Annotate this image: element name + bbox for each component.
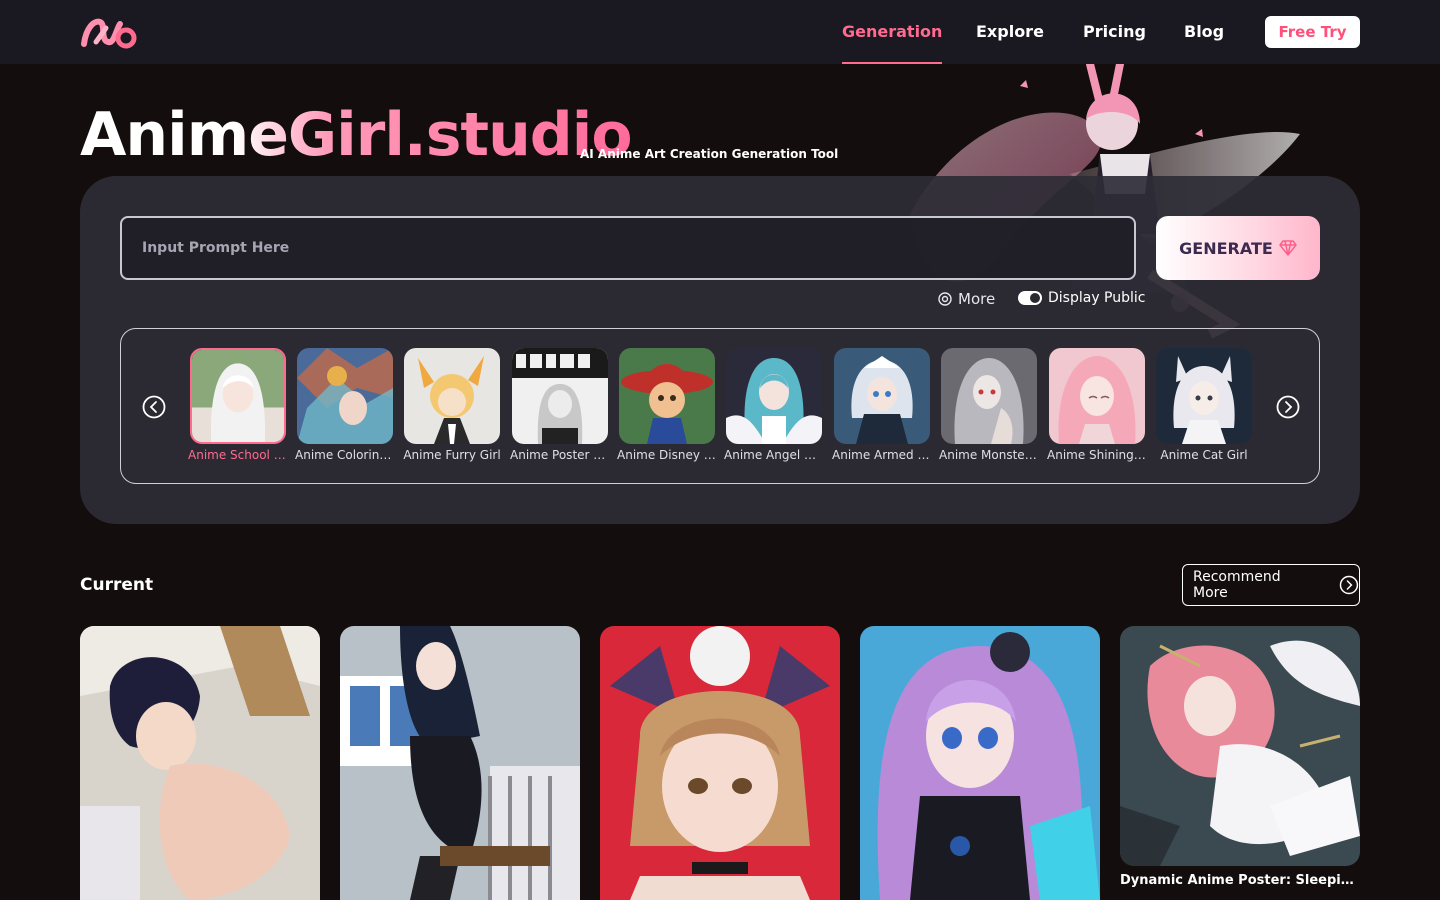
style-thumbnail <box>834 348 930 444</box>
style-item[interactable]: Anime Cat Girl <box>1154 348 1254 462</box>
style-thumbnail <box>941 348 1037 444</box>
style-item[interactable]: Anime Furry Girl <box>402 348 502 462</box>
gallery-image <box>1120 626 1360 866</box>
gallery-image <box>860 626 1100 900</box>
style-thumbnail <box>404 348 500 444</box>
nav-explore[interactable]: Explore <box>976 0 1044 64</box>
gallery-card[interactable] <box>860 626 1100 900</box>
brand-title: AnimeGirl.studio <box>80 100 633 170</box>
diamond-icon <box>1279 240 1297 256</box>
style-label: Anime Angel Girl <box>724 448 824 462</box>
more-options[interactable]: More <box>938 290 995 308</box>
style-label: Anime Poster Girl <box>510 448 610 462</box>
style-label: Anime Coloring ... <box>295 448 395 462</box>
gallery-image <box>340 626 580 900</box>
style-label: Anime Cat Girl <box>1160 448 1248 462</box>
style-label: Anime Armed Girl <box>832 448 932 462</box>
style-thumbnail <box>190 348 286 444</box>
more-label: More <box>958 290 996 308</box>
style-item[interactable]: Anime Angel Girl <box>724 348 824 462</box>
style-thumbnail <box>1049 348 1145 444</box>
recommend-more-label: Recommend More <box>1193 569 1281 601</box>
style-label: Anime Monster ... <box>939 448 1039 462</box>
toggle-switch-icon[interactable] <box>1018 291 1042 305</box>
display-public-toggle[interactable]: Display Public <box>1018 290 1146 306</box>
style-label: Anime Shining Girl <box>1047 448 1147 462</box>
nav-pricing[interactable]: Pricing <box>1083 0 1146 64</box>
style-label: Anime School Girl <box>188 448 288 462</box>
gallery-card[interactable] <box>600 626 840 900</box>
style-label: Anime Disney Girl <box>617 448 717 462</box>
recommend-more-button[interactable]: Recommend More <box>1182 564 1360 606</box>
style-thumbnail <box>726 348 822 444</box>
display-public-label: Display Public <box>1048 290 1146 306</box>
gallery-card[interactable] <box>1120 626 1360 866</box>
style-thumbnail <box>1156 348 1252 444</box>
carousel-next-icon[interactable] <box>1276 395 1300 419</box>
gallery-card[interactable] <box>80 626 320 900</box>
gallery-card-caption: Dynamic Anime Poster: Sleeping A... <box>1120 873 1360 888</box>
current-section-title: Current <box>80 575 154 595</box>
style-item[interactable]: Anime Poster Girl <box>510 348 610 462</box>
gallery-image <box>600 626 840 900</box>
style-carousel: Anime School Girl Anime Coloring ... Ani… <box>120 328 1320 484</box>
style-thumbnail <box>297 348 393 444</box>
style-item[interactable]: Anime Monster ... <box>939 348 1039 462</box>
gallery-image <box>80 626 320 900</box>
chevron-right-circle-icon <box>1339 575 1359 595</box>
prompt-input[interactable] <box>120 216 1136 280</box>
generate-button[interactable]: GENERATE <box>1156 216 1320 280</box>
free-try-button[interactable]: Free Try <box>1265 16 1360 48</box>
style-thumbnail <box>512 348 608 444</box>
site-logo[interactable] <box>80 14 138 52</box>
style-item[interactable]: Anime School Girl <box>188 348 288 462</box>
style-thumbnail <box>619 348 715 444</box>
generate-label: GENERATE <box>1179 238 1273 258</box>
style-item[interactable]: Anime Shining Girl <box>1047 348 1147 462</box>
style-item[interactable]: Anime Armed Girl <box>832 348 932 462</box>
brand-tagline: AI Anime Art Creation Generation Tool <box>580 147 839 161</box>
top-nav: Generation Explore Pricing Blog Free Try <box>0 0 1440 64</box>
gallery-card[interactable] <box>340 626 580 900</box>
style-item[interactable]: Anime Coloring ... <box>295 348 395 462</box>
style-label: Anime Furry Girl <box>403 448 501 462</box>
nav-blog[interactable]: Blog <box>1184 0 1224 64</box>
carousel-prev-icon[interactable] <box>142 395 166 419</box>
nav-generation[interactable]: Generation <box>842 0 943 64</box>
settings-icon <box>938 292 952 306</box>
style-item[interactable]: Anime Disney Girl <box>617 348 717 462</box>
